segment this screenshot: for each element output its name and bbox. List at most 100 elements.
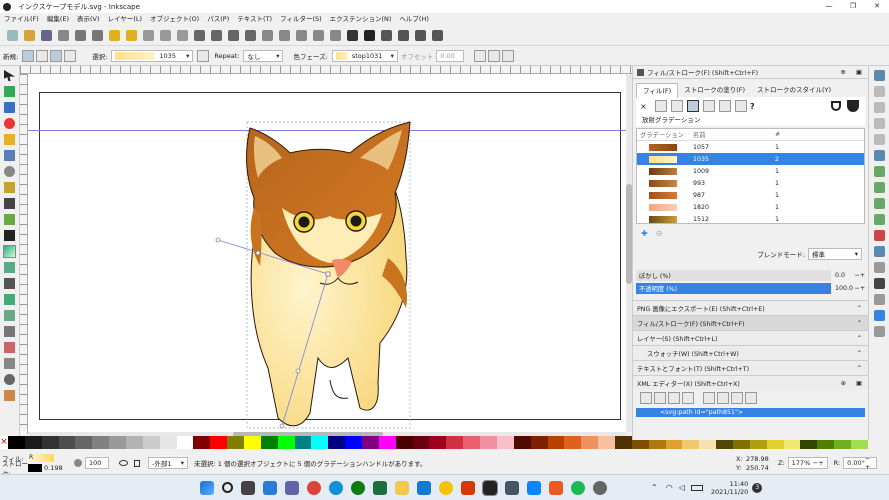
gradient-stop-handle[interactable] [215,237,221,243]
snap-text-baseline-icon[interactable] [873,278,885,289]
swatch[interactable] [496,436,514,449]
spin-icon[interactable]: −+ [854,272,865,279]
snap-bbox-edge-icon[interactable] [873,102,885,113]
swatch[interactable] [378,436,396,449]
eye-icon[interactable] [119,460,128,466]
snap-bbox-midpoint-icon[interactable] [873,134,885,145]
fill-indicator[interactable]: R [28,454,54,462]
swatch[interactable] [24,436,42,449]
clock-date[interactable]: 2021/11/20 [711,488,748,496]
undo-icon[interactable] [109,30,120,41]
stroke-width-value[interactable]: 0.198 [44,464,63,472]
snap-page-border-icon[interactable] [873,294,885,305]
stroke-indicator[interactable] [28,464,42,472]
print-icon[interactable] [58,30,69,41]
swatch[interactable] [362,436,379,449]
swatch[interactable] [345,436,363,449]
swatch[interactable] [429,436,447,449]
node-tool-icon[interactable] [4,86,15,97]
rect-tool-icon[interactable] [4,102,15,113]
swatch[interactable] [564,436,582,449]
radial-gradient-button[interactable] [687,100,699,112]
snap-bbox-icon[interactable] [873,86,885,97]
notification-badge[interactable]: 3 [752,482,763,493]
swatch[interactable] [614,436,632,449]
settings-gear-icon[interactable] [593,480,607,495]
snap-guide-icon[interactable] [873,326,885,337]
swatch[interactable] [328,436,346,449]
swatch[interactable] [193,436,211,449]
unlink-clone-icon[interactable] [296,30,307,41]
menu-file[interactable]: ファイル(F) [0,13,43,26]
swatch-button[interactable] [735,100,747,112]
maximize-button[interactable]: ❐ [841,0,865,13]
add-stop-button[interactable] [474,49,487,62]
inkscape-taskbar-icon[interactable] [482,479,498,496]
tab-fill[interactable]: フィル(F) [636,82,679,98]
swatch[interactable] [126,436,143,449]
text-tool-icon[interactable] [364,30,375,41]
swatch[interactable] [260,436,278,449]
layer-select[interactable]: -外部1 ▾ [148,457,188,469]
section-fill-stroke[interactable]: フィル/ストローク(F) (Shift+Ctrl+F) ⌃ [633,315,868,330]
connector-tool-icon[interactable] [4,358,15,369]
on-fill-toggle[interactable] [50,49,63,62]
dialog-close-icon[interactable]: ▣ [856,380,862,387]
tab-stroke-style[interactable]: ストロークのスタイル(Y) [751,83,837,97]
swatch[interactable] [75,436,93,449]
swatch[interactable] [159,436,177,449]
dialog-pin-icon[interactable]: ⊕ [841,380,846,387]
zoom-width-icon[interactable] [245,30,256,41]
gradient-row-993[interactable]: 993 1 [637,177,864,189]
swatch[interactable] [294,436,312,449]
gradient-select[interactable]: 1035 ▾ [111,49,194,62]
zoom-input[interactable]: 177% −+ [787,457,828,469]
xml-new-text-button[interactable] [654,392,666,404]
swatch[interactable] [210,436,228,449]
spiral-tool-icon[interactable] [4,166,15,177]
clock-time[interactable]: 11:40 [730,480,749,488]
gradient-row-1057[interactable]: 1057 1 [637,141,864,153]
new-doc-icon[interactable] [7,30,18,41]
snap-bbox-corner-icon[interactable] [873,118,885,129]
xml-unindent-button[interactable] [703,392,715,404]
open-icon[interactable] [24,30,35,41]
eraser-tool-icon[interactable] [4,342,15,353]
snap-smooth-icon[interactable] [873,214,885,225]
gradient-row-1035[interactable]: 1035 2 [637,153,864,165]
camera-icon[interactable] [505,480,519,495]
gradient-tool-icon[interactable] [3,245,16,258]
calligraphy-tool-icon[interactable] [4,214,15,225]
pattern-button[interactable] [719,100,731,112]
gradient-center-handle[interactable] [325,271,331,277]
menu-help[interactable]: ヘルプ(H) [395,13,432,26]
paint-none-button[interactable]: × [640,102,654,111]
on-stroke-toggle[interactable] [64,49,77,62]
volume-icon[interactable]: ◁ [679,483,685,492]
swatch[interactable] [176,436,194,449]
fill-rule-evenodd-icon[interactable] [831,101,841,111]
linear-gradient-button[interactable] [671,100,683,112]
swatch[interactable] [412,436,430,449]
ungroup-icon[interactable] [330,30,341,41]
swatch[interactable] [109,436,127,449]
swatch[interactable] [598,436,615,449]
minimize-button[interactable]: — [817,0,841,13]
section-layers[interactable]: レイヤー(S) (Shift+Ctrl+L) ⌃ [633,330,868,345]
media-player-icon[interactable] [549,480,563,495]
group-icon[interactable] [313,30,324,41]
windows-start-icon[interactable] [200,480,214,495]
xml-selected-node[interactable]: <svg:path id="path851"> [636,408,865,417]
zoom-page-icon[interactable] [228,30,239,41]
menu-extensions[interactable]: エクステンション(N) [326,13,396,26]
selector-tool-icon[interactable] [4,70,15,81]
export-icon[interactable] [92,30,103,41]
copy-icon[interactable] [143,30,154,41]
import-icon[interactable] [75,30,86,41]
edit-gradient-button[interactable] [197,49,210,62]
add-gradient-icon[interactable]: ✚ [641,229,648,238]
swatch[interactable] [463,436,481,449]
snap-path-icon[interactable] [873,166,885,177]
measure-tool-icon[interactable] [4,390,15,401]
wifi-icon[interactable]: ◠ [666,483,673,492]
